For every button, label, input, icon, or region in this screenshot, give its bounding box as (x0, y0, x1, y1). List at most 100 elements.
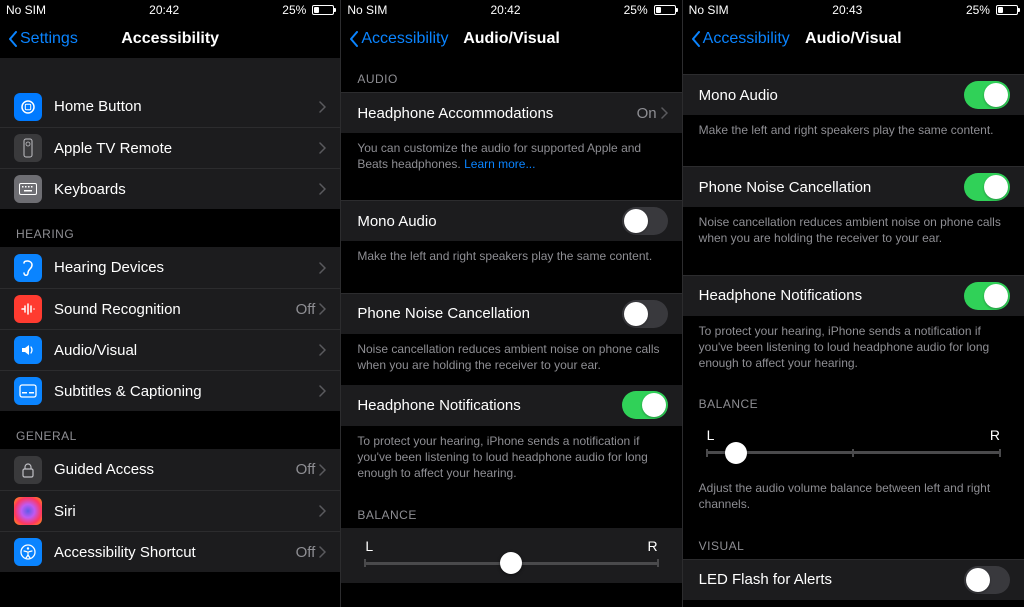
toggle-mono-audio[interactable] (964, 81, 1010, 109)
footer-balance: Adjust the audio volume balance between … (683, 468, 1024, 524)
slider-thumb[interactable] (500, 552, 522, 574)
row-headphone-accommodations[interactable]: Headphone Accommodations On (341, 92, 681, 133)
row-value: Off (296, 461, 316, 478)
battery-icon (654, 5, 676, 15)
chevron-right-icon (661, 107, 668, 119)
battery-pct: 25% (624, 3, 648, 17)
carrier-label: No SIM (689, 3, 729, 17)
toggle-headphone-notif[interactable] (622, 391, 668, 419)
row-label: Apple TV Remote (54, 140, 319, 157)
back-button[interactable]: Settings (8, 30, 78, 48)
chevron-right-icon (319, 101, 326, 113)
row-label: Audio/Visual (54, 342, 319, 359)
row-headphone-notifications[interactable]: Headphone Notifications (683, 275, 1024, 316)
row-label: Keyboards (54, 181, 319, 198)
toggle-noise-cancel[interactable] (964, 173, 1010, 201)
accessibility-icon (14, 538, 42, 566)
panel-accessibility: No SIM 20:42 25% Settings Accessibility (0, 0, 341, 607)
learn-more-link[interactable]: Learn more... (464, 157, 535, 171)
chevron-right-icon (319, 344, 326, 356)
chevron-right-icon (319, 464, 326, 476)
row-phone-noise-cancellation[interactable]: Phone Noise Cancellation (341, 293, 681, 334)
nav-bar: Accessibility Audio/Visual (683, 20, 1024, 58)
subtitles-icon (14, 377, 42, 405)
footer-noise-cancel: Noise cancellation reduces ambient noise… (683, 207, 1024, 258)
row-label: Subtitles & Captioning (54, 383, 319, 400)
toggle-noise-cancel[interactable] (622, 300, 668, 328)
row-mono-audio[interactable]: Mono Audio (341, 200, 681, 241)
row-partial-top[interactable] (0, 58, 340, 86)
row-label: Home Button (54, 98, 319, 115)
back-label: Settings (20, 30, 78, 48)
sound-wave-icon (14, 295, 42, 323)
toggle-mono-audio[interactable] (622, 207, 668, 235)
row-label: Accessibility Shortcut (54, 544, 296, 561)
carrier-label: No SIM (347, 3, 387, 17)
slider-thumb[interactable] (725, 442, 747, 464)
row-value: Off (296, 301, 316, 318)
home-button-icon (14, 93, 42, 121)
speaker-icon (14, 336, 42, 364)
balance-left-label: L (365, 538, 373, 554)
status-bar: No SIM 20:42 25% (0, 0, 340, 20)
row-keyboards[interactable]: Keyboards (0, 168, 340, 209)
section-header-balance: BALANCE (683, 383, 1024, 417)
toggle-headphone-notif[interactable] (964, 282, 1010, 310)
battery-pct: 25% (282, 3, 306, 17)
lock-icon (14, 456, 42, 484)
row-audio-visual[interactable]: Audio/Visual (0, 329, 340, 370)
row-label: Headphone Notifications (357, 397, 621, 414)
battery-icon (312, 5, 334, 15)
footer-headphone-notif: To protect your hearing, iPhone sends a … (341, 426, 681, 494)
row-label: Mono Audio (699, 87, 964, 104)
row-siri[interactable]: Siri (0, 490, 340, 531)
status-bar: No SIM 20:42 25% (341, 0, 681, 20)
footer-headphone-notif: To protect your hearing, iPhone sends a … (683, 316, 1024, 384)
carrier-label: No SIM (6, 3, 46, 17)
section-header-balance: BALANCE (341, 494, 681, 528)
back-label: Accessibility (703, 30, 790, 48)
list-general: Guided Access Off Siri Accessibility Sho… (0, 449, 340, 572)
row-label: Guided Access (54, 461, 296, 478)
chevron-right-icon (319, 303, 326, 315)
footer-mono-audio: Make the left and right speakers play th… (683, 115, 1024, 150)
row-label: Siri (54, 503, 319, 520)
ear-icon (14, 254, 42, 282)
chevron-right-icon (319, 262, 326, 274)
toggle-led-flash[interactable] (964, 566, 1010, 594)
chevron-right-icon (319, 142, 326, 154)
row-accessibility-shortcut[interactable]: Accessibility Shortcut Off (0, 531, 340, 572)
row-headphone-notifications[interactable]: Headphone Notifications (341, 385, 681, 426)
nav-bar: Accessibility Audio/Visual (341, 20, 681, 58)
list-physical: Home Button Apple TV Remote Keyboards (0, 86, 340, 209)
balance-slider[interactable] (365, 562, 657, 565)
row-sound-recognition[interactable]: Sound Recognition Off (0, 288, 340, 329)
row-label: Hearing Devices (54, 259, 319, 276)
row-label: Sound Recognition (54, 301, 296, 318)
back-button[interactable]: Accessibility (691, 30, 790, 48)
row-guided-access[interactable]: Guided Access Off (0, 449, 340, 490)
row-label: Headphone Notifications (699, 287, 964, 304)
balance-slider-group: L R (683, 417, 1024, 468)
panel-audio-visual-2: No SIM 20:43 25% Accessibility Audio/Vis… (683, 0, 1024, 607)
row-label: Phone Noise Cancellation (357, 305, 621, 322)
row-hearing-devices[interactable]: Hearing Devices (0, 247, 340, 288)
battery-pct: 25% (966, 3, 990, 17)
chevron-left-icon (691, 31, 701, 47)
chevron-right-icon (319, 385, 326, 397)
row-label: Phone Noise Cancellation (699, 179, 964, 196)
row-mono-audio[interactable]: Mono Audio (683, 74, 1024, 115)
section-header-hearing: HEARING (0, 209, 340, 247)
row-led-flash[interactable]: LED Flash for Alerts (683, 559, 1024, 600)
balance-slider[interactable] (707, 451, 1000, 454)
back-button[interactable]: Accessibility (349, 30, 448, 48)
row-subtitles-captioning[interactable]: Subtitles & Captioning (0, 370, 340, 411)
chevron-right-icon (319, 546, 326, 558)
clock: 20:42 (149, 3, 179, 17)
clock: 20:42 (490, 3, 520, 17)
row-phone-noise-cancellation[interactable]: Phone Noise Cancellation (683, 166, 1024, 207)
row-apple-tv-remote[interactable]: Apple TV Remote (0, 127, 340, 168)
list-hearing: Hearing Devices Sound Recognition Off Au… (0, 247, 340, 411)
row-home-button[interactable]: Home Button (0, 86, 340, 127)
back-label: Accessibility (361, 30, 448, 48)
